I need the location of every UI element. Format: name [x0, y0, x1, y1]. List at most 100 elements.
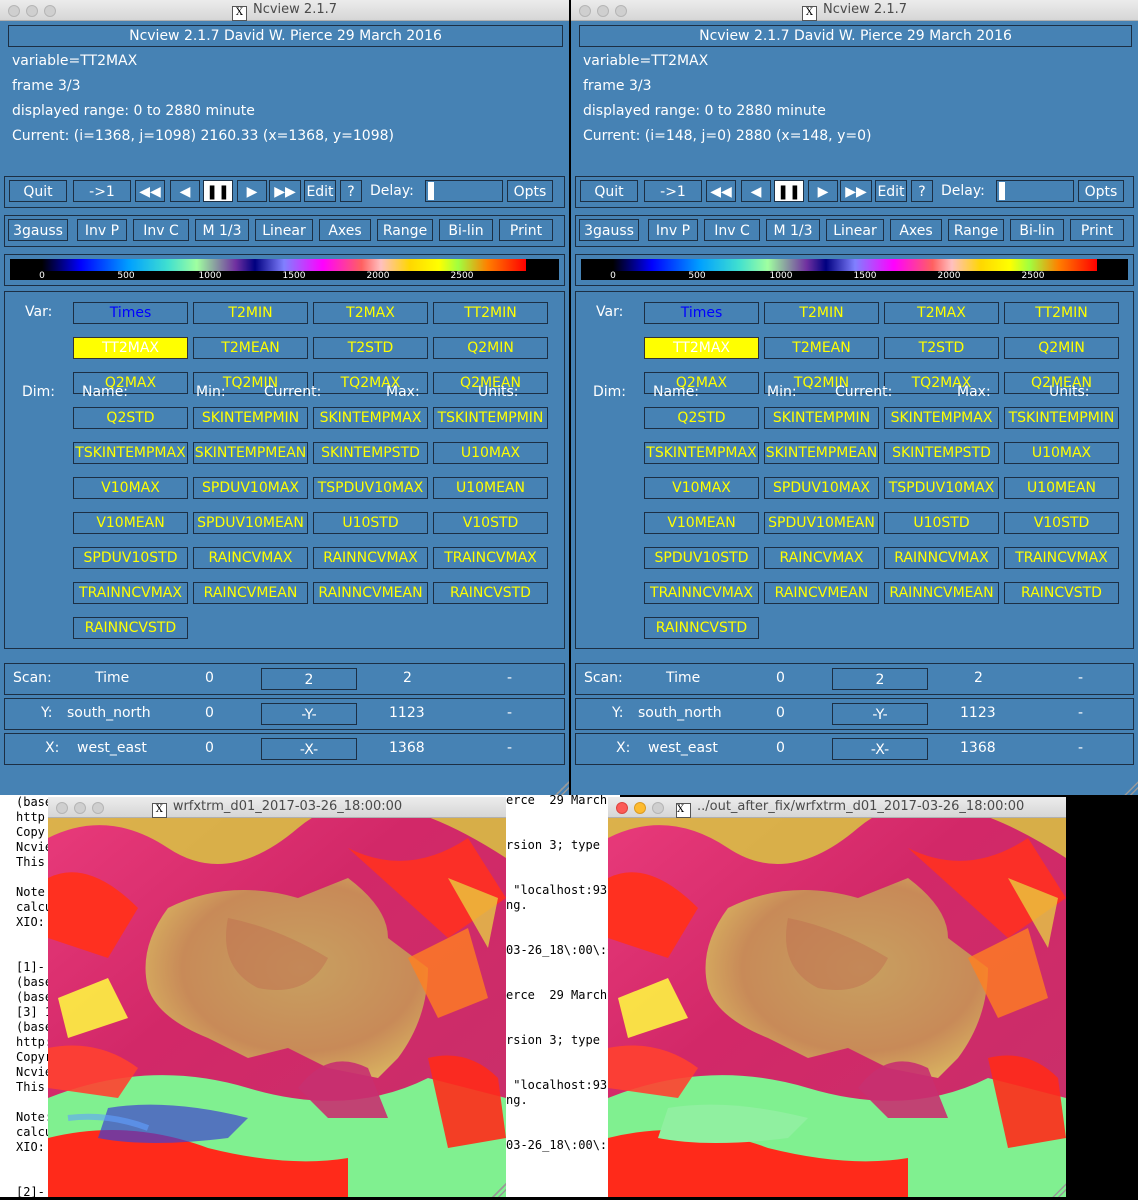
var-button-v10mean[interactable]: V10MEAN [644, 512, 759, 534]
rewind-button[interactable]: ->1 [644, 180, 702, 202]
zoom-icon[interactable] [652, 802, 664, 814]
var-button-raincvmean[interactable]: RAINCVMEAN [193, 582, 308, 604]
ncview-window-left[interactable]: X Ncview 2.1.7 Ncview 2.1.7 David W. Pier… [0, 0, 569, 795]
fast-back-button[interactable]: ◀◀ [706, 180, 736, 202]
var-button-skintempmax[interactable]: SKINTEMPMAX [313, 407, 428, 429]
option-button-6[interactable]: Range [377, 219, 433, 241]
var-button-traincvmax[interactable]: TRAINCVMAX [1004, 547, 1119, 569]
var-button-raincvmax[interactable]: RAINCVMAX [193, 547, 308, 569]
edit-button[interactable]: Edit [875, 180, 907, 202]
close-icon[interactable] [579, 5, 591, 17]
option-button-5[interactable]: Axes [319, 219, 371, 241]
image-window-right[interactable]: X ../out_after_fix/wrfxtrm_d01_2017-03-26… [608, 797, 1066, 1197]
fast-back-button[interactable]: ◀◀ [135, 180, 165, 202]
var-button-tspduv10max[interactable]: TSPDUV10MAX [884, 477, 999, 499]
var-button-t2mean[interactable]: T2MEAN [193, 337, 308, 359]
ncview-window-right[interactable]: X Ncview 2.1.7 Ncview 2.1.7 David W. Pier… [571, 0, 1138, 795]
close-icon[interactable] [56, 802, 68, 814]
edit-button[interactable]: Edit [304, 180, 336, 202]
resize-grip[interactable] [1052, 1183, 1066, 1197]
title-bar[interactable]: Xwrfxtrm_d01_2017-03-26_18:00:00 [48, 797, 506, 818]
option-button-8[interactable]: Print [499, 219, 553, 241]
var-button-v10std[interactable]: V10STD [1004, 512, 1119, 534]
step-back-button[interactable]: ◀ [741, 180, 771, 202]
option-button-4[interactable]: Linear [826, 219, 884, 241]
dim-current[interactable]: 2 [261, 668, 357, 690]
var-button-tt2max[interactable]: TT2MAX [644, 337, 759, 359]
option-button-0[interactable]: 3gauss [8, 219, 68, 241]
var-button-v10max[interactable]: V10MAX [644, 477, 759, 499]
close-icon[interactable] [616, 802, 628, 814]
help-button[interactable]: ? [340, 180, 362, 202]
var-button-tt2max[interactable]: TT2MAX [73, 337, 188, 359]
colorbar[interactable]: 0 500 1000 1500 2000 2500 [4, 254, 565, 286]
var-button-u10std[interactable]: U10STD [884, 512, 999, 534]
var-button-skintempmax[interactable]: SKINTEMPMAX [884, 407, 999, 429]
var-button-u10max[interactable]: U10MAX [433, 442, 548, 464]
var-button-q2std[interactable]: Q2STD [73, 407, 188, 429]
fast-forward-button[interactable]: ▶▶ [269, 180, 301, 202]
minimize-icon[interactable] [634, 802, 646, 814]
rewind-button[interactable]: ->1 [73, 180, 131, 202]
option-button-8[interactable]: Print [1070, 219, 1124, 241]
resize-grip[interactable] [1124, 781, 1138, 795]
var-button-tskintempmin[interactable]: TSKINTEMPMIN [433, 407, 548, 429]
help-button[interactable]: ? [911, 180, 933, 202]
var-button-t2min[interactable]: T2MIN [193, 302, 308, 324]
pause-button[interactable]: ❚❚ [774, 180, 804, 202]
delay-slider[interactable] [996, 180, 1074, 202]
option-button-4[interactable]: Linear [255, 219, 313, 241]
pause-button[interactable]: ❚❚ [203, 180, 233, 202]
var-button-q2min[interactable]: Q2MIN [433, 337, 548, 359]
var-button-t2max[interactable]: T2MAX [884, 302, 999, 324]
title-bar[interactable]: X Ncview 2.1.7 [0, 0, 569, 21]
var-button-raincvmax[interactable]: RAINCVMAX [764, 547, 879, 569]
option-button-2[interactable]: Inv C [704, 219, 760, 241]
var-button-v10std[interactable]: V10STD [433, 512, 548, 534]
var-button-u10mean[interactable]: U10MEAN [433, 477, 548, 499]
var-button-skintempmean[interactable]: SKINTEMPMEAN [193, 442, 308, 464]
option-button-1[interactable]: Inv P [77, 219, 127, 241]
var-button-spduv10std[interactable]: SPDUV10STD [73, 547, 188, 569]
var-button-trainncvmax[interactable]: TRAINNCVMAX [644, 582, 759, 604]
var-button-times[interactable]: Times [73, 302, 188, 324]
slider-thumb[interactable] [428, 182, 434, 200]
var-button-skintempmean[interactable]: SKINTEMPMEAN [764, 442, 879, 464]
field-map-image[interactable] [608, 818, 1066, 1197]
var-button-skintempmin[interactable]: SKINTEMPMIN [193, 407, 308, 429]
var-button-tspduv10max[interactable]: TSPDUV10MAX [313, 477, 428, 499]
var-button-t2max[interactable]: T2MAX [313, 302, 428, 324]
zoom-icon[interactable] [615, 5, 627, 17]
var-button-spduv10max[interactable]: SPDUV10MAX [193, 477, 308, 499]
option-button-5[interactable]: Axes [890, 219, 942, 241]
var-button-rainncvmax[interactable]: RAINNCVMAX [313, 547, 428, 569]
var-button-tt2min[interactable]: TT2MIN [433, 302, 548, 324]
fast-forward-button[interactable]: ▶▶ [840, 180, 872, 202]
step-forward-button[interactable]: ▶ [808, 180, 838, 202]
var-button-traincvmax[interactable]: TRAINCVMAX [433, 547, 548, 569]
var-button-rainncvstd[interactable]: RAINNCVSTD [644, 617, 759, 639]
delay-slider[interactable] [425, 180, 503, 202]
step-back-button[interactable]: ◀ [170, 180, 200, 202]
var-button-spduv10std[interactable]: SPDUV10STD [644, 547, 759, 569]
var-button-skintempstd[interactable]: SKINTEMPSTD [884, 442, 999, 464]
opts-button[interactable]: Opts [507, 180, 553, 202]
var-button-spduv10max[interactable]: SPDUV10MAX [764, 477, 879, 499]
step-forward-button[interactable]: ▶ [237, 180, 267, 202]
var-button-rainncvmax[interactable]: RAINNCVMAX [884, 547, 999, 569]
image-window-left[interactable]: Xwrfxtrm_d01_2017-03-26_18:00:00 [48, 797, 506, 1197]
var-button-u10std[interactable]: U10STD [313, 512, 428, 534]
var-button-raincvstd[interactable]: RAINCVSTD [433, 582, 548, 604]
var-button-spduv10mean[interactable]: SPDUV10MEAN [764, 512, 879, 534]
var-button-raincvstd[interactable]: RAINCVSTD [1004, 582, 1119, 604]
var-button-tskintempmin[interactable]: TSKINTEMPMIN [1004, 407, 1119, 429]
slider-thumb[interactable] [999, 182, 1005, 200]
zoom-icon[interactable] [92, 802, 104, 814]
minimize-icon[interactable] [597, 5, 609, 17]
option-button-7[interactable]: Bi-lin [439, 219, 493, 241]
opts-button[interactable]: Opts [1078, 180, 1124, 202]
var-button-skintempstd[interactable]: SKINTEMPSTD [313, 442, 428, 464]
minimize-icon[interactable] [74, 802, 86, 814]
minimize-icon[interactable] [26, 5, 38, 17]
option-button-3[interactable]: M 1/3 [766, 219, 820, 241]
